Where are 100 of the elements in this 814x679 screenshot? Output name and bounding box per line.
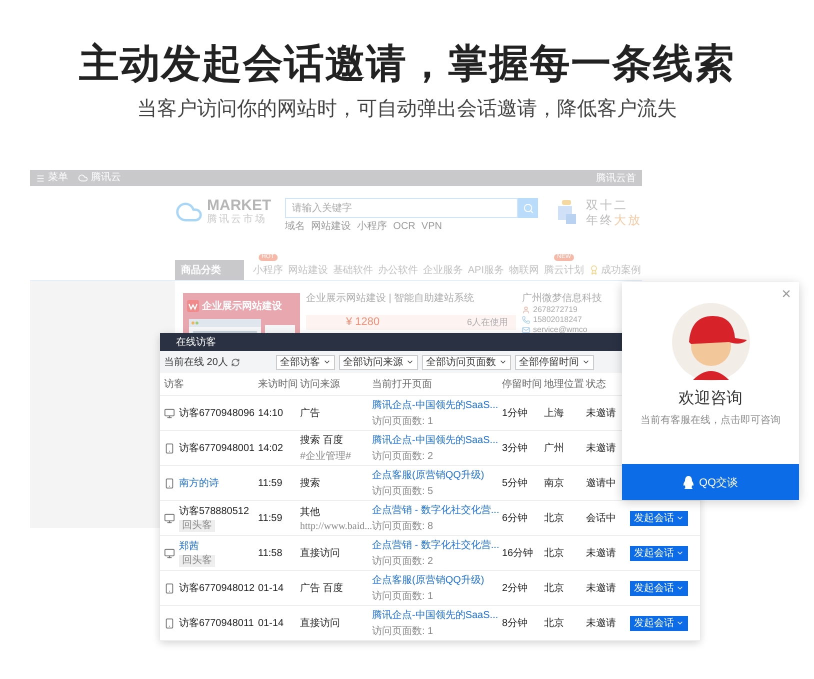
- penguin-icon: [682, 476, 694, 488]
- nav-link[interactable]: 基础软件: [332, 263, 374, 277]
- table-cell-text: 3分钟: [502, 442, 529, 455]
- table-cell-text: 未邀请: [586, 616, 617, 630]
- table-cell-text: 广告 百度: [300, 582, 343, 595]
- table-cell-text: 未邀请: [586, 442, 617, 455]
- table-cell-text: 01-14: [258, 582, 285, 594]
- filter-dropdown[interactable]: 全部访问页面数: [422, 354, 511, 370]
- hot-search-link[interactable]: 域名: [285, 221, 306, 233]
- caret-icon: [499, 358, 507, 366]
- table-cell-text: 11:59: [258, 512, 284, 524]
- filter-dropdown[interactable]: 全部访问来源: [339, 354, 418, 370]
- column-header: 停留时间: [502, 378, 543, 391]
- table-cell-text: 14:02: [258, 442, 284, 454]
- hot-search-link[interactable]: VPN: [421, 221, 442, 233]
- page-views: 访问页面数: 1: [372, 590, 434, 603]
- medal-icon: [589, 265, 599, 275]
- table-cell-text: 邀请中: [586, 476, 617, 490]
- source-detail: #企业管理#: [300, 450, 352, 463]
- page-views: 访问页面数: 1: [372, 414, 434, 428]
- filter-dropdown[interactable]: 全部访客: [276, 354, 335, 370]
- search-field[interactable]: 请输入关键字: [285, 198, 518, 218]
- nav-link[interactable]: 网站建设: [286, 263, 329, 277]
- table-cell-text: 8分钟: [502, 616, 529, 630]
- phone-icon: [522, 316, 530, 324]
- visitor-tag: 回头客: [179, 555, 215, 567]
- phone-icon: [164, 478, 175, 488]
- logo-title: MARKET: [207, 198, 272, 214]
- page-link[interactable]: 腾讯企点-中国领先的SaaS...: [372, 398, 498, 412]
- hot-search-link[interactable]: 小程序: [357, 221, 388, 233]
- table-cell-text: 广告: [300, 406, 320, 420]
- refresh-icon[interactable]: [230, 358, 240, 366]
- popup-message: 当前有客服在线，点击即可咨询: [640, 414, 780, 427]
- visitor-link[interactable]: 郑茜: [179, 539, 199, 553]
- phone-icon: [164, 442, 175, 454]
- hot-search-link[interactable]: OCR: [393, 221, 416, 233]
- page-link[interactable]: 腾讯企点-中国领先的SaaS...: [372, 608, 498, 622]
- nav-link[interactable]: 办公软件: [376, 263, 419, 277]
- banner-title: 企业展示网站建设: [202, 300, 282, 313]
- page-link[interactable]: 腾讯企点-中国领先的SaaS...: [372, 433, 498, 447]
- table-cell-text: 未邀请: [586, 546, 617, 560]
- visitor-name: 访客6770948012: [179, 582, 255, 595]
- table-cell-text: 南京: [544, 476, 565, 490]
- column-header: 来访时间: [258, 378, 299, 391]
- table-cell-text: 北京: [544, 582, 565, 595]
- price: ¥ 1280: [346, 316, 380, 329]
- page-link[interactable]: 企点客服(原营销QQ升级): [372, 573, 484, 587]
- close-button[interactable]: ×: [782, 286, 791, 304]
- table-cell-text: 搜索: [300, 476, 320, 490]
- page-views: 访问页面数: 1: [372, 624, 434, 638]
- table-cell-text: 未邀请: [586, 582, 617, 595]
- table-cell-text: 11:58: [258, 548, 284, 558]
- page-link[interactable]: 企点营销 - 数字化社交化营...: [372, 538, 500, 552]
- subheadline: 当客户访问你的网站时，可自动弹出会话邀请，降低客户流失: [137, 97, 677, 122]
- promo-text: 年终 大放: [586, 213, 642, 228]
- filter-dropdown[interactable]: 全部停留时间: [515, 354, 594, 370]
- online-count: 当前在线 20人: [164, 356, 228, 369]
- page-link[interactable]: 企点营销 - 数字化社交化营...: [372, 503, 500, 517]
- logo-icon: [187, 300, 199, 312]
- table-cell-text: 北京: [544, 546, 565, 560]
- table-cell-text: 未邀请: [586, 406, 617, 420]
- page-link[interactable]: 企点客服(原营销QQ升级): [372, 468, 484, 482]
- mail-icon: [522, 326, 530, 334]
- page-views: 访问页面数: 2: [372, 554, 434, 568]
- column-header: 访问来源: [300, 378, 341, 391]
- table-cell-text: 北京: [544, 512, 565, 525]
- page-views: 访问页面数: 8: [372, 520, 434, 533]
- vendor-phone: 15802018247: [533, 315, 582, 324]
- start-chat-button[interactable]: 发起会话: [630, 616, 688, 630]
- nav-link[interactable]: 企业服务: [422, 263, 464, 277]
- nav-link[interactable]: 成功案例: [588, 263, 642, 277]
- hot-search-link[interactable]: 网站建设: [311, 221, 352, 233]
- table-cell-text: 广州: [544, 442, 565, 455]
- user-count: 6人在使用: [466, 317, 508, 328]
- vendor-name: 广州微梦信息科技: [522, 293, 602, 304]
- nav-link[interactable]: 物联网: [508, 263, 540, 277]
- menu-icon: [36, 174, 45, 182]
- table-cell-text: 2分钟: [502, 582, 529, 595]
- qq-chat-button[interactable]: QQ交谈: [622, 464, 799, 500]
- start-chat-button[interactable]: 发起会话: [630, 580, 688, 596]
- table-cell-text: 上海: [544, 406, 565, 420]
- table-cell-text: 14:10: [258, 408, 284, 418]
- table-cell-text: 直接访问: [300, 616, 340, 630]
- nav-link[interactable]: API服务: [466, 263, 505, 277]
- start-chat-button[interactable]: 发起会话: [630, 510, 688, 526]
- monitor-icon: [164, 548, 175, 558]
- caret-icon: [676, 549, 684, 557]
- caret-icon: [676, 584, 684, 592]
- vendor-qq: 2678272719: [533, 305, 578, 314]
- visitor-name: 访客6770948096: [179, 406, 255, 420]
- visitor-link[interactable]: 南方的诗: [179, 476, 219, 490]
- phone-icon: [164, 618, 175, 628]
- caret-icon: [406, 358, 414, 366]
- visitor-name: 访客578880512: [179, 504, 250, 518]
- caret-icon: [676, 514, 684, 522]
- headline: 主动发起会话邀请，掌握每一条线索: [79, 41, 735, 88]
- start-chat-button[interactable]: 发起会话: [630, 546, 688, 560]
- product-title: 企业展示网站建设 | 智能自助建站系统: [306, 293, 476, 305]
- page-views: 访问页面数: 2: [372, 450, 434, 463]
- visitor-name: 访客6770948011: [179, 616, 254, 630]
